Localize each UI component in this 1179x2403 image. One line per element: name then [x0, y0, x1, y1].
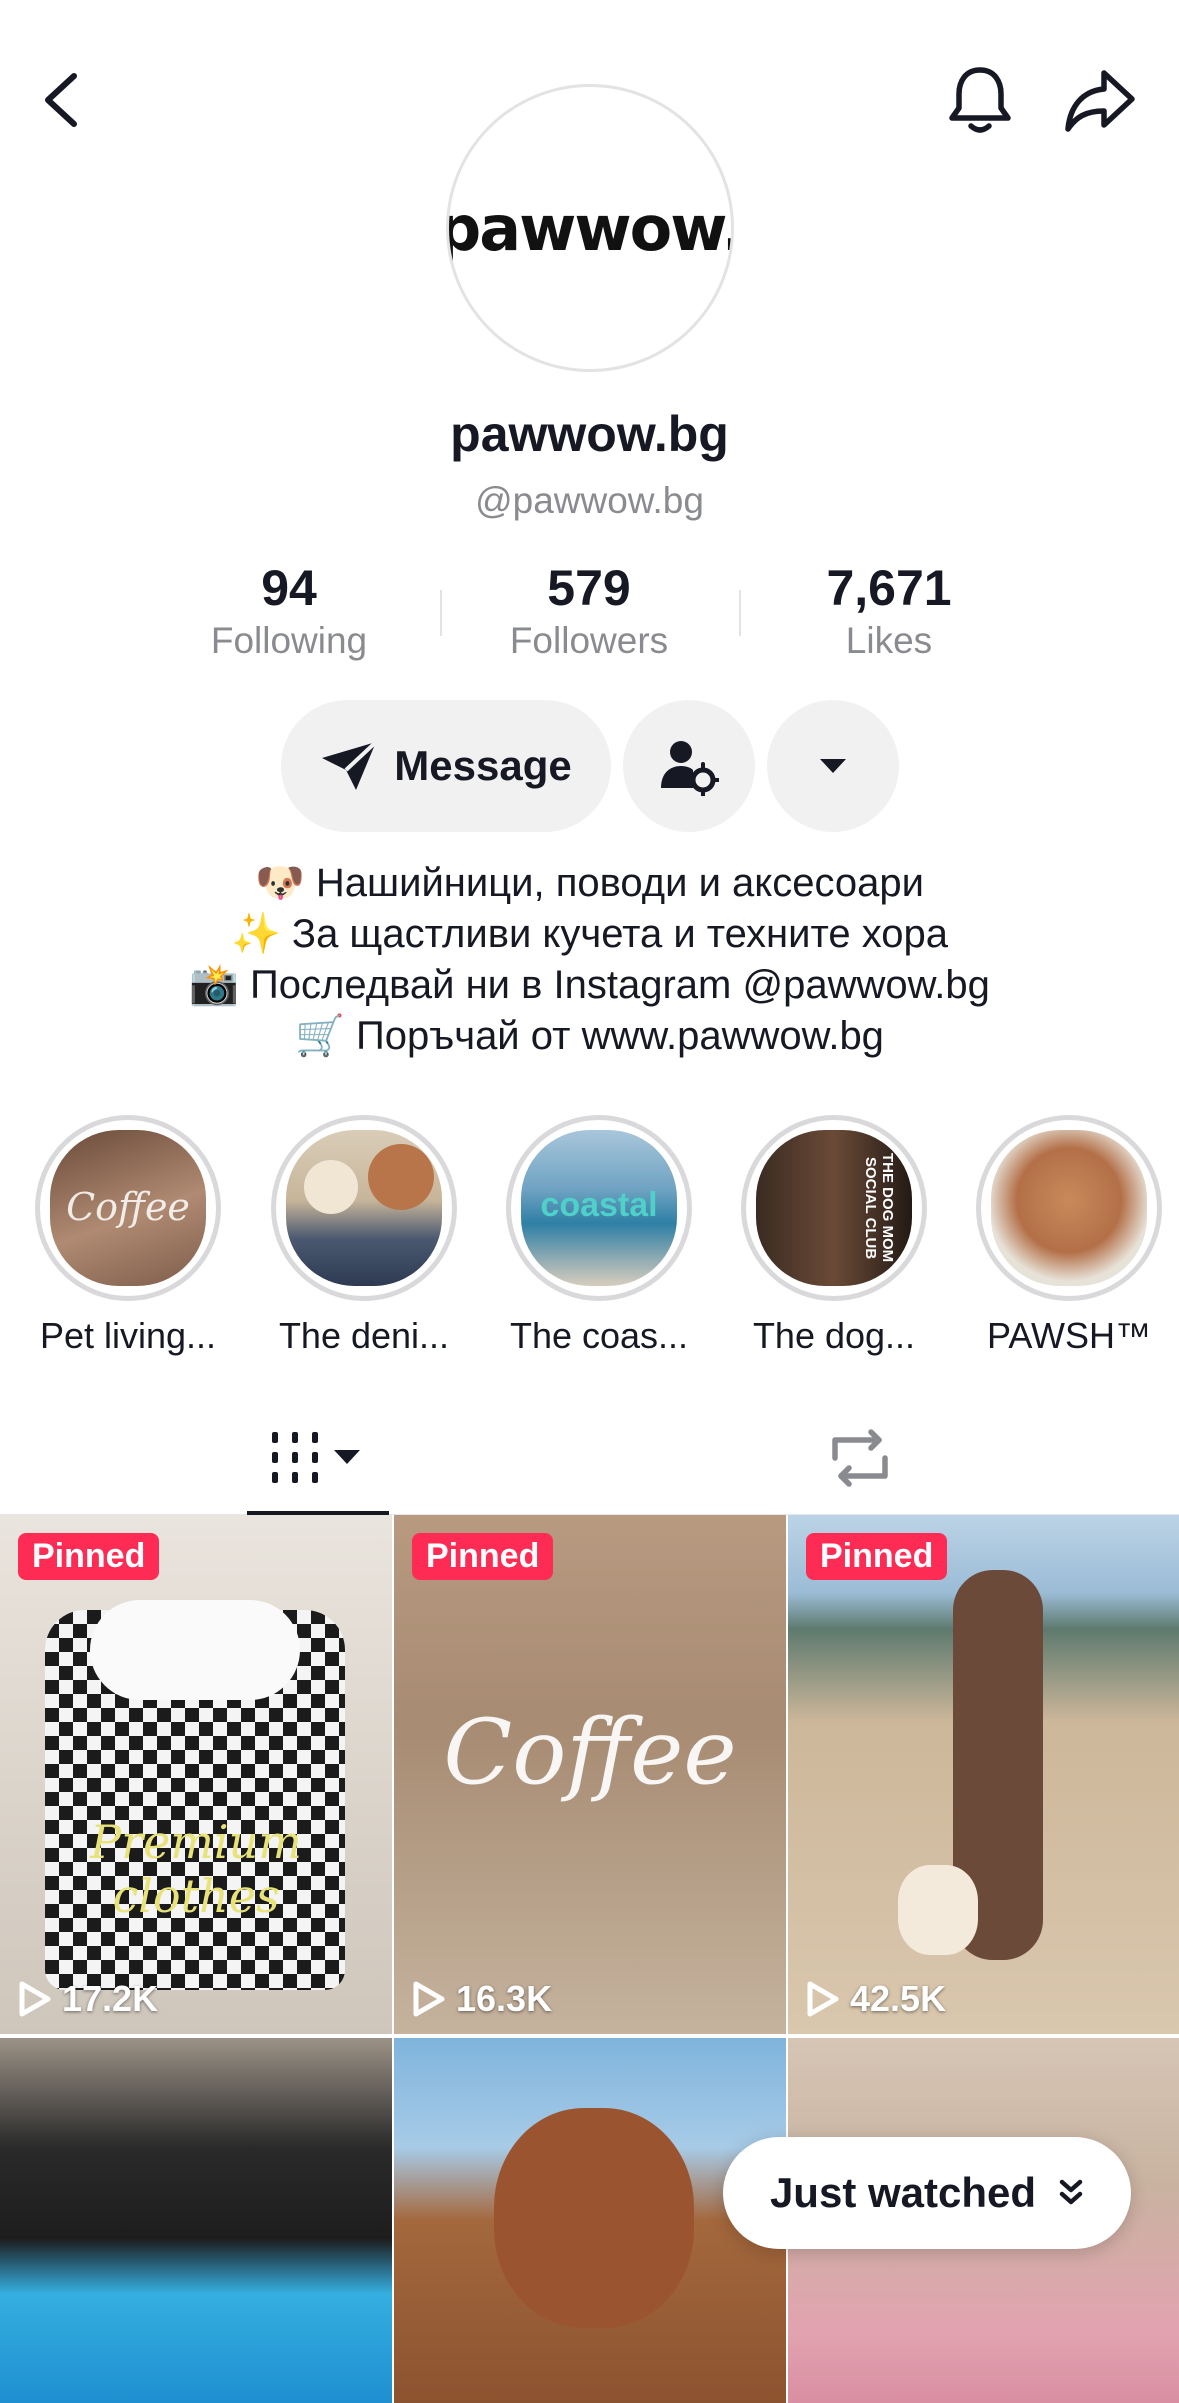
- stat-divider: [739, 590, 741, 636]
- highlight-ring: [271, 1115, 457, 1301]
- double-chevron-down-icon: [1059, 2179, 1083, 2205]
- more-options-button[interactable]: [767, 700, 899, 832]
- highlight-ring: Coffee: [35, 1115, 221, 1301]
- highlight-item[interactable]: PAWSH™: [959, 1115, 1179, 1357]
- back-chevron-icon[interactable]: [15, 55, 105, 145]
- likes-label: Likes: [845, 620, 933, 661]
- bio-line: ✨ За щастливи кучета и техните хора: [230, 912, 948, 956]
- stat-likes[interactable]: 7,671 Likes: [789, 560, 989, 666]
- tab-videos[interactable]: [247, 1400, 389, 1515]
- brand-logo-text: pawwow.: [446, 191, 734, 265]
- video-grid: Premium clothes Pinned 17.2K Coffee Pinn…: [0, 1515, 1179, 2403]
- manage-friend-button[interactable]: [623, 700, 755, 832]
- video-thumbnail[interactable]: Coffee Pinned 16.3K: [394, 1515, 786, 2034]
- just-watched-label: Just watched: [769, 2169, 1037, 2216]
- view-count-value: 16.3K: [456, 1978, 553, 2019]
- stat-following[interactable]: 94 Following: [189, 560, 389, 666]
- highlight-label: The deni...: [278, 1315, 450, 1356]
- view-count: 16.3K: [412, 1978, 552, 2020]
- pinned-badge: Pinned: [18, 1533, 160, 1580]
- highlight-label: Pet living...: [39, 1315, 217, 1356]
- stat-followers[interactable]: 579 Followers: [489, 560, 689, 666]
- highlight-ring: coastal: [506, 1115, 692, 1301]
- view-count-value: 42.5K: [850, 1978, 947, 2019]
- highlight-thumbnail: coastal: [521, 1130, 677, 1286]
- highlight-thumbnail: [991, 1130, 1147, 1286]
- highlight-item[interactable]: Coffee Pet living...: [18, 1115, 238, 1357]
- just-watched-button[interactable]: Just watched: [723, 2137, 1131, 2249]
- video-thumbnail[interactable]: [0, 2038, 392, 2403]
- play-icon: [807, 1981, 839, 2017]
- highlight-item[interactable]: The deni...: [254, 1115, 474, 1357]
- content-tabs: [0, 1400, 1179, 1516]
- message-button-label: Message: [394, 742, 572, 789]
- video-thumbnail[interactable]: Premium clothes Pinned 17.2K: [0, 1515, 392, 2034]
- video-overlay-text: Premium clothes: [90, 1815, 302, 1923]
- followers-count: 579: [547, 560, 631, 616]
- highlight-label: The coas...: [509, 1315, 689, 1356]
- following-count: 94: [261, 560, 317, 616]
- view-count: 17.2K: [18, 1978, 158, 2020]
- repost-icon: [832, 1428, 888, 1487]
- message-button[interactable]: Message: [281, 700, 611, 832]
- profile-stats: 94 Following 579 Followers 7,671 Likes: [0, 560, 1179, 670]
- notification-bell-icon[interactable]: [935, 55, 1025, 145]
- stat-divider: [440, 590, 442, 636]
- user-settings-icon: [661, 741, 719, 796]
- caret-down-icon: [820, 759, 846, 773]
- video-overlay-text: Coffee: [443, 1700, 737, 1805]
- play-icon: [19, 1981, 51, 2017]
- play-icon: [413, 1981, 445, 2017]
- bio-line: 🐶 Нашийници, поводи и аксесоари: [254, 861, 925, 905]
- highlight-label: PAWSH™: [986, 1315, 1151, 1356]
- followers-label: Followers: [509, 620, 669, 661]
- video-thumbnail[interactable]: [394, 2038, 786, 2403]
- pinned-badge: Pinned: [806, 1533, 948, 1580]
- profile-avatar[interactable]: pawwow.: [446, 84, 734, 372]
- bio-line: 📸 Последвай ни в Instagram @pawwow.bg: [189, 963, 990, 1007]
- highlight-ring: THE DOG MOM SOCIAL CLUB: [741, 1115, 927, 1301]
- bio-line: 🛒 Поръчай от www.pawwow.bg: [295, 1014, 884, 1058]
- pinned-badge: Pinned: [412, 1533, 554, 1580]
- send-icon: [322, 740, 378, 790]
- brand-logo: pawwow.: [446, 191, 734, 265]
- likes-count: 7,671: [826, 560, 952, 616]
- following-label: Following: [210, 620, 368, 661]
- profile-bio: 🐶 Нашийници, поводи и аксесоари ✨ За щас…: [0, 858, 1179, 1062]
- display-name: pawwow.bg: [450, 406, 729, 462]
- highlight-item[interactable]: THE DOG MOM SOCIAL CLUB The dog...: [724, 1115, 944, 1357]
- highlight-ring: [976, 1115, 1162, 1301]
- highlight-label: The dog...: [752, 1315, 916, 1356]
- highlight-image-text: Coffee: [66, 1185, 190, 1229]
- video-thumbnail[interactable]: Pinned 42.5K: [788, 1515, 1179, 2034]
- highlight-thumbnail: [286, 1130, 442, 1286]
- grid-videos-icon: [272, 1431, 360, 1483]
- highlight-thumbnail: THE DOG MOM SOCIAL CLUB: [756, 1130, 912, 1286]
- highlight-image-text: THE DOG MOM SOCIAL CLUB: [862, 1153, 896, 1263]
- highlight-image-text: coastal: [540, 1186, 658, 1224]
- highlight-thumbnail: Coffee: [50, 1130, 206, 1286]
- view-count-value: 17.2K: [62, 1978, 159, 2019]
- share-arrow-icon[interactable]: [1055, 55, 1145, 145]
- username-handle: @pawwow.bg: [475, 480, 704, 521]
- highlight-item[interactable]: coastal The coas...: [489, 1115, 709, 1357]
- view-count: 42.5K: [806, 1978, 946, 2020]
- story-highlights: Coffee Pet living... The deni... coastal…: [0, 1115, 1179, 1357]
- tab-reposts[interactable]: [800, 1400, 920, 1515]
- profile-actions: Message: [0, 700, 1179, 832]
